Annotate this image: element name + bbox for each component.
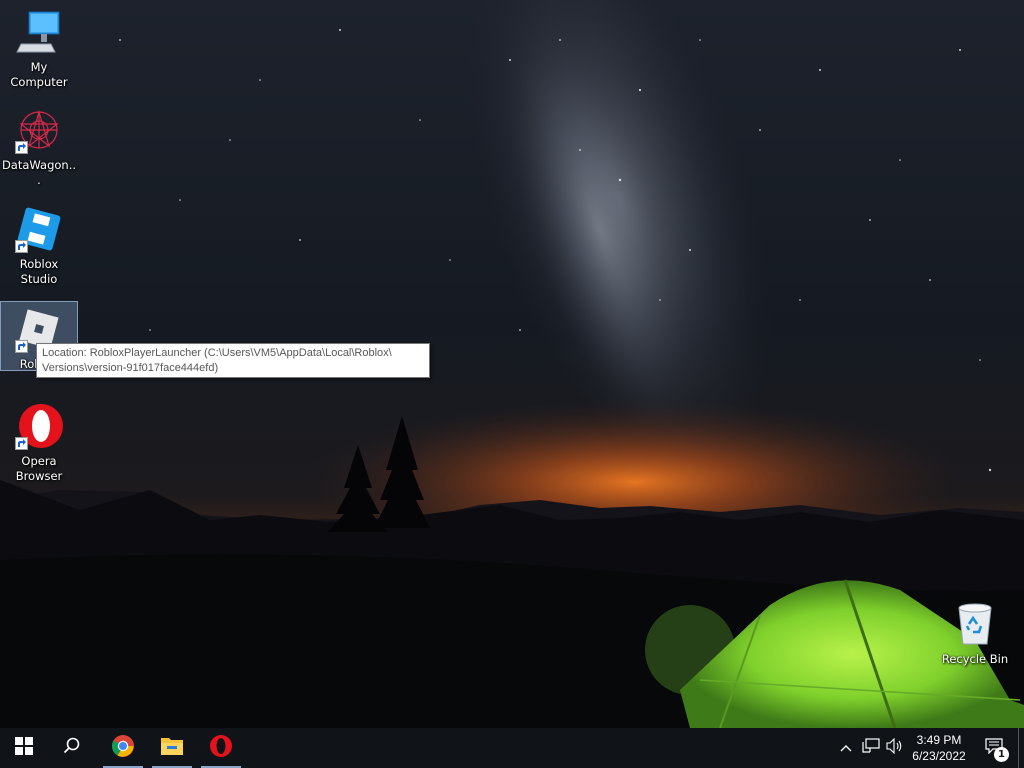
shortcut-arrow-icon	[15, 340, 28, 353]
chevron-up-icon	[840, 741, 852, 756]
desktop-icon-label: Opera Browser	[15, 454, 63, 483]
taskbar-file-explorer-button[interactable]	[148, 728, 196, 768]
windows-logo-icon	[15, 737, 33, 759]
desktop-icon-label: Recycle Bin	[941, 652, 1009, 666]
search-icon	[63, 737, 81, 759]
desktop-icon-datawagon[interactable]: DataWagon...	[1, 106, 77, 187]
desktop-icon-opera-browser[interactable]: Opera Browser	[1, 402, 77, 486]
action-center-button[interactable]: 1	[976, 728, 1012, 768]
clock-date: 6/23/2022	[912, 749, 966, 763]
desktop-icon-label: Roblox Studio	[19, 257, 59, 286]
taskbar-clock[interactable]: 3:49 PM 6/23/2022	[904, 728, 974, 768]
shortcut-arrow-icon	[15, 437, 28, 450]
notification-count-badge: 1	[994, 747, 1009, 762]
opera-icon	[209, 734, 233, 762]
desktop-icon-recycle-bin[interactable]: Recycle Bin	[937, 600, 1013, 670]
shortcut-arrow-icon	[15, 141, 28, 154]
roblox-studio-icon	[15, 205, 63, 253]
shortcut-arrow-icon	[15, 240, 28, 253]
computer-icon	[15, 8, 63, 56]
shortcut-location-tooltip: Location: RobloxPlayerLauncher (C:\Users…	[36, 343, 430, 378]
volume-icon	[886, 737, 904, 758]
taskbar-chrome-button[interactable]	[99, 728, 147, 768]
show-hidden-icons-button[interactable]	[836, 728, 856, 768]
clock-time: 3:49 PM	[916, 733, 962, 747]
opera-icon	[15, 402, 63, 450]
search-button[interactable]	[48, 728, 96, 768]
tooltip-line-1: Location: RobloxPlayerLauncher (C:\Users…	[42, 347, 392, 359]
datawagon-icon	[15, 106, 63, 154]
file-explorer-icon	[160, 735, 184, 761]
start-button[interactable]	[0, 728, 48, 768]
desktop-icon-my-computer[interactable]: My Computer	[1, 8, 77, 89]
tooltip-line-2: Versions\version-91f017face444efd)	[42, 362, 219, 374]
desktop-icon-roblox-studio[interactable]: Roblox Studio	[1, 205, 77, 286]
recycle-bin-icon	[951, 600, 999, 648]
chrome-icon	[111, 734, 135, 762]
desktop-icon-label: DataWagon...	[1, 158, 77, 187]
volume-button[interactable]	[884, 728, 906, 768]
network-button[interactable]	[860, 728, 882, 768]
network-icon	[862, 738, 880, 758]
taskbar: 3:49 PM 6/23/2022 1	[0, 728, 1024, 768]
desktop-icon-label: My Computer	[10, 60, 68, 89]
taskbar-opera-button[interactable]	[197, 728, 245, 768]
show-desktop-button[interactable]	[1018, 728, 1024, 768]
